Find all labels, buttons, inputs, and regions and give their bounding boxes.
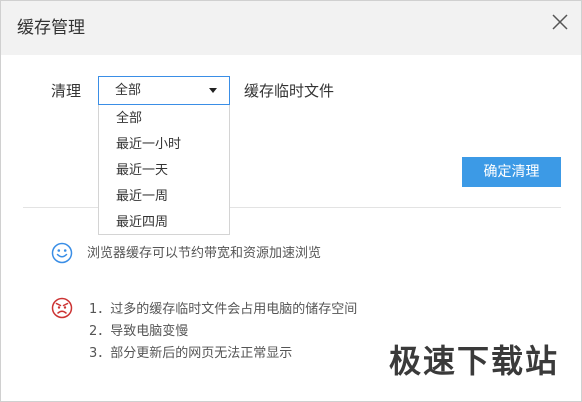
- caret-down-icon[interactable]: [209, 88, 217, 93]
- clean-target-label: 缓存临时文件: [244, 82, 335, 100]
- dropdown-option-last-four-weeks[interactable]: 最近四周: [99, 210, 229, 236]
- dropdown-option-last-hour[interactable]: 最近一小时: [99, 132, 229, 158]
- smile-icon: [51, 242, 73, 264]
- cache-management-dialog: 缓存管理 清理 全部 缓存临时文件 全部 最近一小时 最近一天 最近一周 最近四…: [0, 0, 582, 402]
- clean-range-dropdown: 全部 最近一小时 最近一天 最近一周 最近四周: [98, 105, 230, 235]
- clean-label: 清理: [51, 82, 82, 100]
- warning-line-1: 1．过多的缓存临时文件会占用电脑的储存空间: [89, 302, 358, 317]
- close-icon[interactable]: [549, 11, 571, 33]
- close-button[interactable]: [549, 11, 571, 33]
- warning-line-2: 2．导致电脑变慢: [89, 324, 189, 339]
- clean-range-selected[interactable]: 全部: [115, 82, 141, 100]
- confirm-clean-button[interactable]: 确定清理: [462, 157, 561, 187]
- dropdown-option-last-week[interactable]: 最近一周: [99, 184, 229, 210]
- dropdown-option-all[interactable]: 全部: [99, 106, 229, 132]
- dropdown-option-last-day[interactable]: 最近一天: [99, 158, 229, 184]
- warning-line-3: 3．部分更新后的网页无法正常显示: [89, 346, 293, 361]
- cache-benefit-text: 浏览器缓存可以节约带宽和资源加速浏览: [87, 246, 322, 261]
- clean-range-select[interactable]: 全部: [98, 76, 230, 105]
- dialog-title: 缓存管理: [17, 18, 85, 38]
- angry-icon: [51, 297, 73, 319]
- title-bar: 缓存管理: [1, 1, 581, 55]
- watermark-logo: 极速下载站: [389, 342, 560, 380]
